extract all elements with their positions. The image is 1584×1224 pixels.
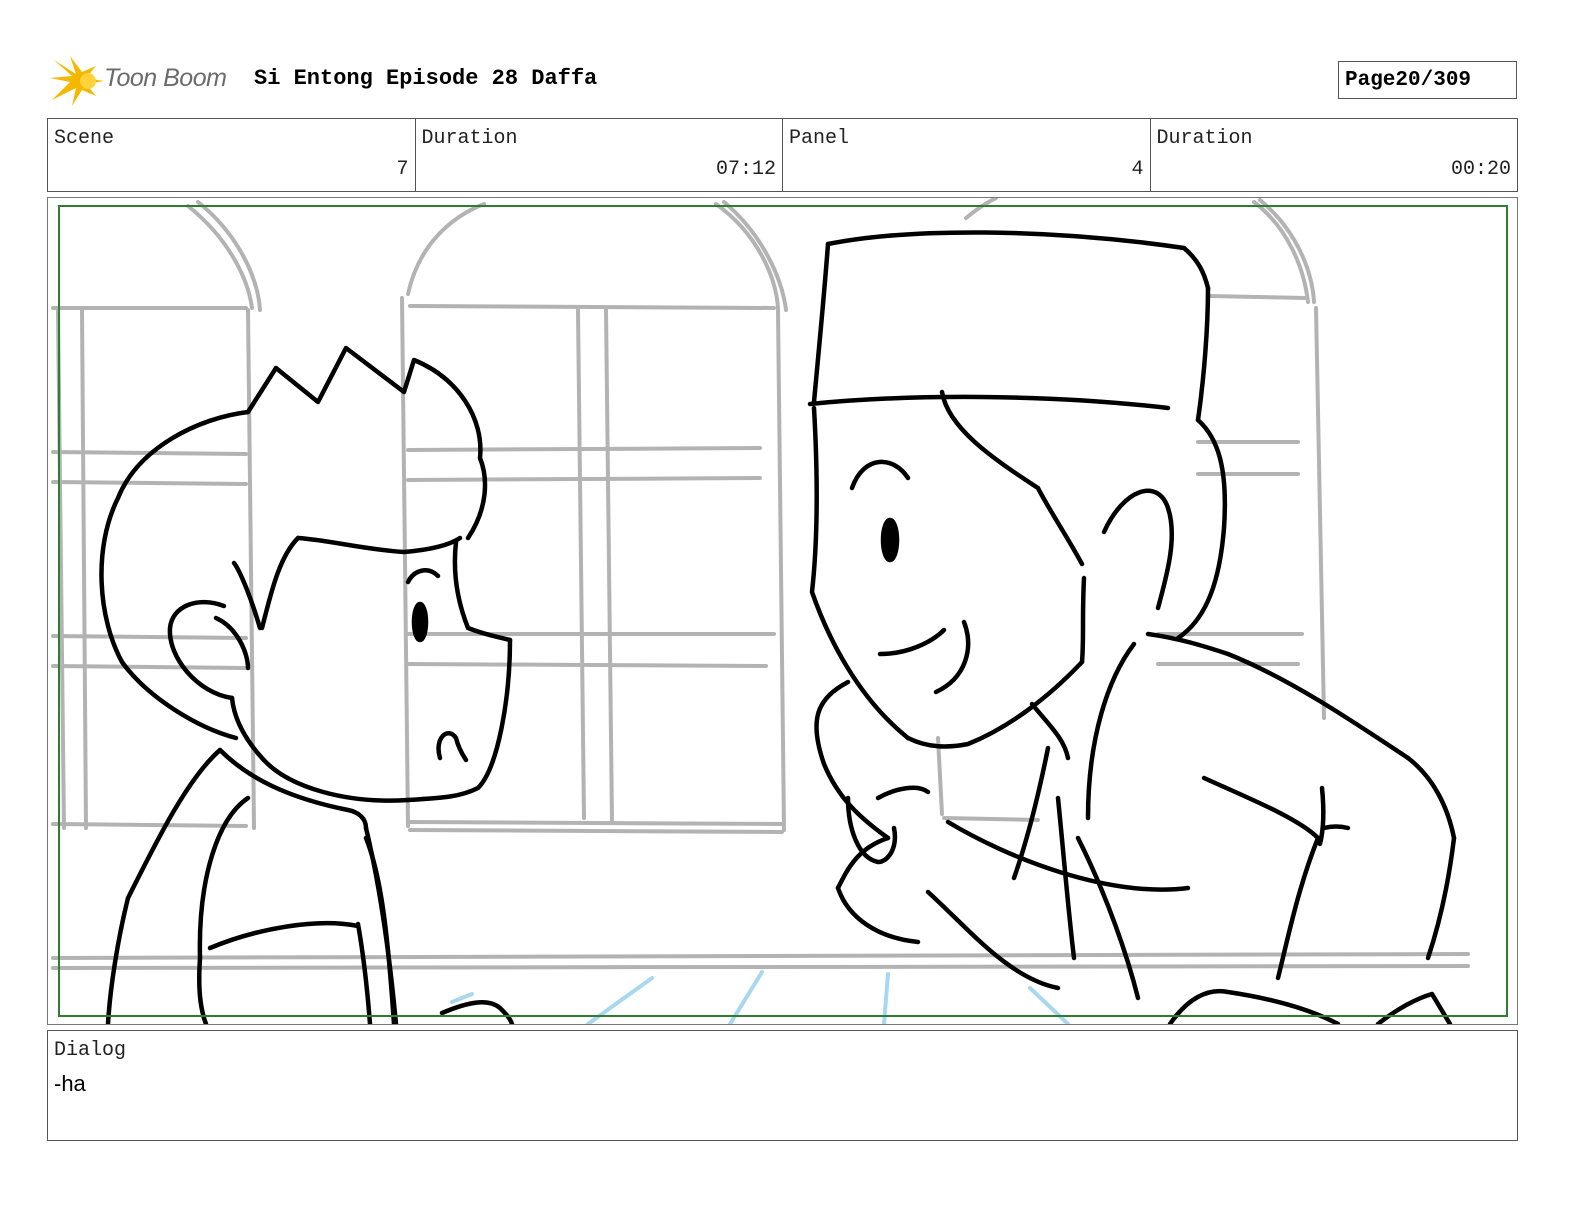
panel-duration-value: 00:20 bbox=[1450, 158, 1511, 181]
scene-cell: Scene 7 bbox=[48, 119, 416, 191]
storyboard-title: Si Entong Episode 28 Daffa bbox=[254, 66, 598, 91]
background-windows bbox=[51, 198, 1470, 970]
scene-label: Scene bbox=[54, 127, 115, 150]
scene-duration-cell: Duration 07:12 bbox=[416, 119, 783, 191]
panel-duration-label: Duration bbox=[1156, 127, 1253, 150]
page-label: Page bbox=[1345, 68, 1396, 92]
scene-info-bar: Scene 7 Duration 07:12 Panel 4 Duration … bbox=[47, 118, 1518, 192]
dialog-box: Dialog -ha bbox=[47, 1030, 1518, 1141]
panel-value: 4 bbox=[1131, 158, 1144, 181]
starburst-icon bbox=[50, 56, 104, 106]
scene-duration-label: Duration bbox=[421, 127, 518, 150]
scene-duration-value: 07:12 bbox=[715, 158, 776, 181]
panel-duration-cell: Duration 00:20 bbox=[1151, 119, 1518, 191]
storyboard-panel-image bbox=[47, 197, 1518, 1025]
man-character bbox=[807, 230, 1457, 1024]
dialog-label: Dialog bbox=[54, 1039, 127, 1062]
dialog-text: -ha bbox=[54, 1071, 86, 1096]
panel-label: Panel bbox=[789, 127, 850, 150]
panel-cell: Panel 4 bbox=[783, 119, 1151, 191]
page-indicator: Page 20/309 bbox=[1338, 61, 1517, 99]
panel-sketch bbox=[51, 198, 1508, 1024]
page-number: 20/309 bbox=[1395, 68, 1472, 92]
scene-value: 7 bbox=[396, 158, 409, 181]
logo-wordmark: Toon Boom bbox=[104, 64, 227, 92]
